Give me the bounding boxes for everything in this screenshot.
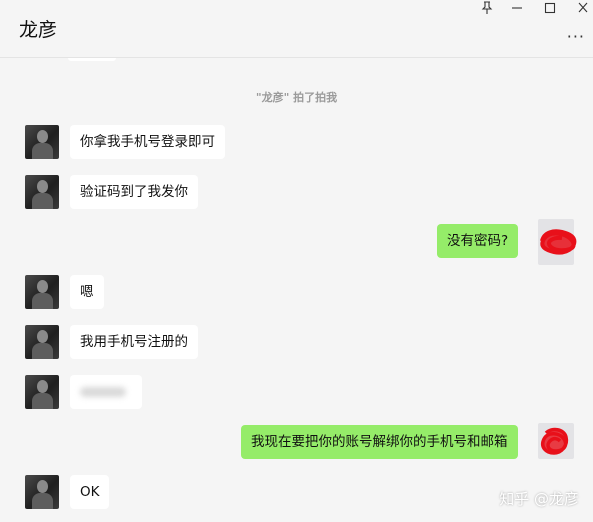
- title-bar: 龙彦 ···: [0, 0, 593, 58]
- chat-title: 龙彦: [19, 19, 58, 41]
- chat-area[interactable]: "龙彦" 拍了拍我 你拿我手机号登录即可 验证码到了我发你 没有密码? 嗯 我用…: [0, 58, 593, 522]
- incoming-message-bubble[interactable]: 我用手机号注册的: [70, 325, 198, 359]
- contact-avatar[interactable]: [25, 325, 59, 359]
- contact-avatar[interactable]: [25, 375, 59, 409]
- outgoing-message-bubble[interactable]: 没有密码?: [437, 224, 519, 258]
- incoming-message-bubble[interactable]: OK: [70, 475, 110, 509]
- outgoing-message-bubble[interactable]: 我现在要把你的账号解绑你的手机号和邮箱: [241, 425, 518, 459]
- contact-avatar[interactable]: [25, 175, 59, 209]
- contact-avatar[interactable]: [25, 275, 59, 309]
- minimize-icon[interactable]: [507, 1, 527, 18]
- incoming-message-bubble[interactable]: 你拿我手机号登录即可: [70, 125, 225, 159]
- pat-system-message: "龙彦" 拍了拍我: [255, 91, 338, 104]
- more-icon[interactable]: ···: [567, 27, 585, 46]
- my-avatar[interactable]: [538, 423, 574, 459]
- redaction-smudge: [80, 387, 126, 397]
- red-scribble-icon: [540, 229, 577, 255]
- red-scribble-icon: [541, 427, 569, 455]
- pin-icon[interactable]: [477, 1, 497, 18]
- redacted-message-bubble[interactable]: [70, 375, 142, 409]
- my-avatar[interactable]: [538, 219, 577, 265]
- incoming-message-bubble[interactable]: 验证码到了我发你: [70, 175, 198, 209]
- contact-avatar[interactable]: [25, 125, 59, 159]
- contact-avatar[interactable]: [25, 475, 59, 509]
- maximize-icon[interactable]: [540, 1, 560, 18]
- incoming-message-bubble[interactable]: 嗯: [70, 275, 104, 309]
- close-icon[interactable]: [573, 1, 593, 18]
- previous-message-edge: [68, 58, 116, 61]
- zhihu-watermark: 知乎 @龙彦: [499, 490, 579, 508]
